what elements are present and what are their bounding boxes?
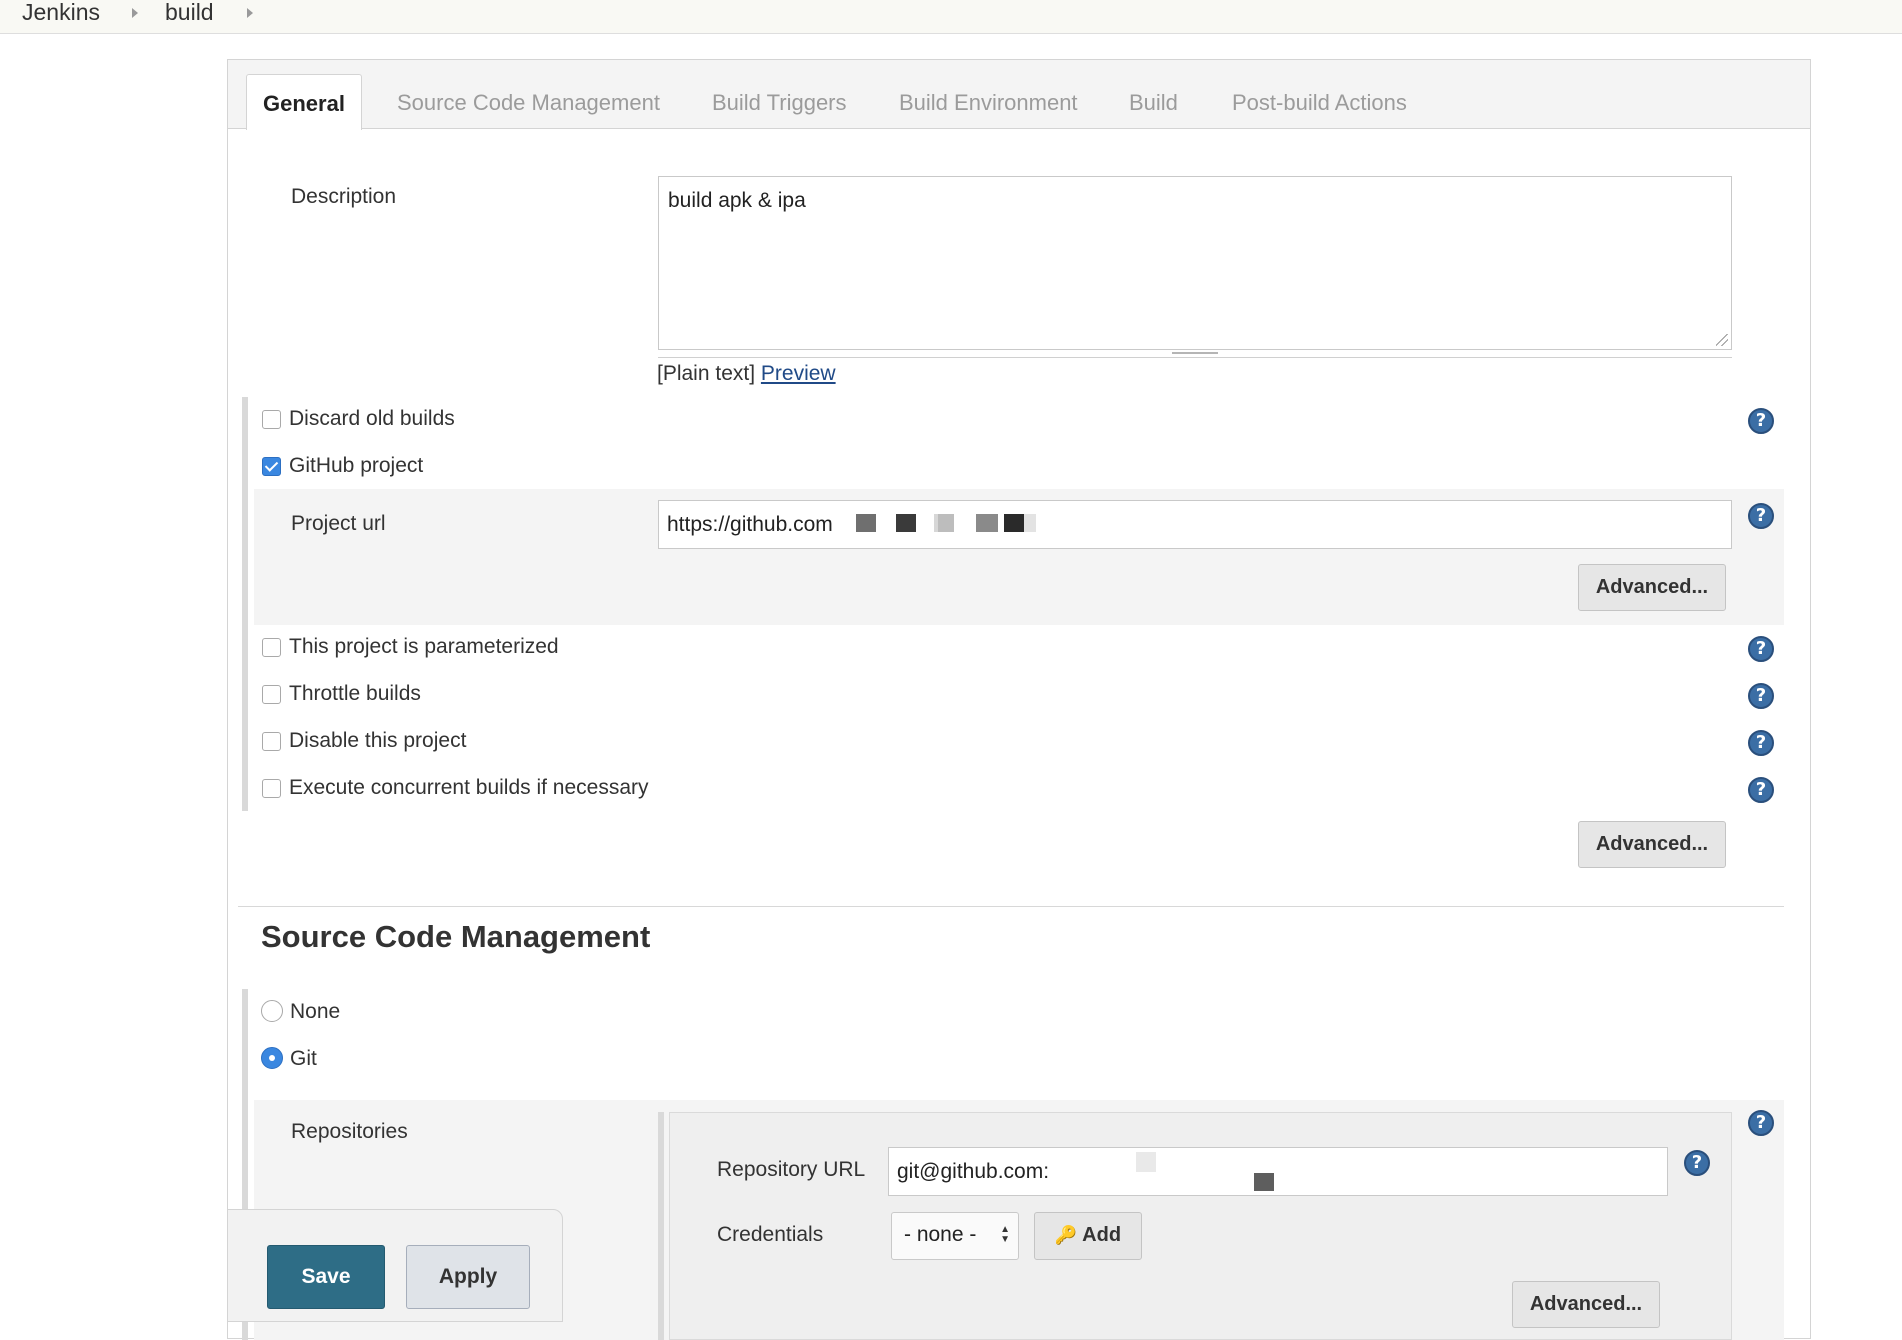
redaction-block bbox=[976, 514, 998, 532]
add-credentials-button[interactable]: 🔑 Add bbox=[1034, 1212, 1142, 1260]
help-icon[interactable] bbox=[1748, 408, 1774, 434]
project-url-label: Project url bbox=[291, 512, 386, 535]
description-label: Description bbox=[291, 185, 397, 208]
credentials-label: Credentials bbox=[717, 1223, 824, 1246]
redaction-block bbox=[1136, 1152, 1156, 1172]
help-icon[interactable] bbox=[1684, 1150, 1710, 1176]
project-url-value: https://github.com bbox=[667, 513, 833, 536]
apply-button[interactable]: Apply bbox=[406, 1245, 530, 1309]
parameterized-checkbox[interactable] bbox=[262, 638, 281, 657]
key-icon: 🔑 bbox=[1054, 1225, 1078, 1245]
scm-none-radio[interactable] bbox=[261, 1000, 283, 1022]
tab-source-code-management[interactable]: Source Code Management bbox=[397, 90, 660, 116]
discard-old-builds-label[interactable]: Discard old builds bbox=[289, 407, 455, 431]
description-textarea[interactable]: build apk & ipa bbox=[658, 176, 1732, 350]
tab-general[interactable]: General bbox=[246, 74, 362, 130]
throttle-builds-checkbox[interactable] bbox=[262, 685, 281, 704]
breadcrumb-jenkins[interactable]: Jenkins bbox=[22, 0, 100, 24]
disable-project-checkbox[interactable] bbox=[262, 732, 281, 751]
chevron-right-icon[interactable] bbox=[132, 8, 138, 18]
repository-url-value: git@github.com: bbox=[897, 1160, 1050, 1183]
tab-build[interactable]: Build bbox=[1129, 90, 1178, 116]
concurrent-builds-label[interactable]: Execute concurrent builds if necessary bbox=[289, 776, 649, 800]
general-advanced-button[interactable]: Advanced... bbox=[1578, 821, 1726, 868]
breadcrumb: Jenkins build bbox=[0, 0, 1902, 34]
repository-indent-bar bbox=[658, 1112, 664, 1340]
section-indent-bar bbox=[242, 397, 248, 811]
tab-build-triggers[interactable]: Build Triggers bbox=[712, 90, 847, 116]
redaction-block bbox=[896, 514, 916, 532]
github-project-label[interactable]: GitHub project bbox=[289, 454, 423, 478]
credentials-selected: - none - bbox=[904, 1223, 977, 1246]
redaction-block bbox=[938, 514, 954, 532]
resize-handle-icon[interactable] bbox=[1716, 334, 1728, 346]
redaction-block bbox=[1024, 514, 1036, 532]
add-label: Add bbox=[1082, 1224, 1122, 1246]
help-icon[interactable] bbox=[1748, 730, 1774, 756]
breadcrumb-build[interactable]: build bbox=[165, 0, 214, 24]
github-project-checkbox[interactable] bbox=[262, 457, 281, 476]
help-icon[interactable] bbox=[1748, 636, 1774, 662]
scm-git-label[interactable]: Git bbox=[290, 1047, 317, 1071]
bottom-button-bar: Save Apply bbox=[227, 1209, 563, 1322]
concurrent-builds-checkbox[interactable] bbox=[262, 779, 281, 798]
redaction-block bbox=[856, 514, 876, 532]
repository-url-label: Repository URL bbox=[717, 1158, 866, 1181]
tab-bar: General Source Code Management Build Tri… bbox=[228, 60, 1810, 130]
help-icon[interactable] bbox=[1748, 503, 1774, 529]
redaction-block bbox=[1254, 1173, 1274, 1191]
textarea-grip[interactable] bbox=[1172, 352, 1218, 354]
section-divider bbox=[238, 906, 1784, 907]
scm-none-label[interactable]: None bbox=[290, 1000, 340, 1024]
select-arrows-icon: ▲ ▼ bbox=[1000, 1224, 1010, 1245]
help-icon[interactable] bbox=[1748, 1110, 1774, 1136]
project-url-advanced-button[interactable]: Advanced... bbox=[1578, 564, 1726, 611]
tab-post-build-actions[interactable]: Post-build Actions bbox=[1232, 90, 1407, 116]
preview-link[interactable]: Preview bbox=[761, 362, 836, 385]
save-button[interactable]: Save bbox=[267, 1245, 385, 1309]
tab-build-environment[interactable]: Build Environment bbox=[899, 90, 1078, 116]
chevron-right-icon[interactable] bbox=[247, 8, 253, 18]
scm-git-radio[interactable] bbox=[261, 1047, 283, 1069]
help-icon[interactable] bbox=[1748, 777, 1774, 803]
plain-text-label: [Plain text] bbox=[657, 362, 756, 385]
markup-format: [Plain text] Preview bbox=[657, 362, 836, 386]
repository-url-input[interactable]: git@github.com: bbox=[888, 1147, 1668, 1196]
disable-project-label[interactable]: Disable this project bbox=[289, 729, 466, 753]
help-icon[interactable] bbox=[1748, 683, 1774, 709]
repositories-label: Repositories bbox=[291, 1120, 408, 1143]
parameterized-label[interactable]: This project is parameterized bbox=[289, 635, 559, 659]
scm-section-title: Source Code Management bbox=[261, 919, 651, 954]
repository-advanced-button[interactable]: Advanced... bbox=[1512, 1281, 1660, 1328]
throttle-builds-label[interactable]: Throttle builds bbox=[289, 682, 421, 706]
redaction-block bbox=[1004, 514, 1024, 532]
discard-old-builds-checkbox[interactable] bbox=[262, 410, 281, 429]
config-panel: General Source Code Management Build Tri… bbox=[227, 59, 1811, 1340]
credentials-select[interactable]: - none - ▲ ▼ bbox=[891, 1212, 1019, 1260]
textarea-bottom-border bbox=[658, 357, 1732, 358]
project-url-input[interactable]: https://github.com bbox=[658, 500, 1732, 549]
